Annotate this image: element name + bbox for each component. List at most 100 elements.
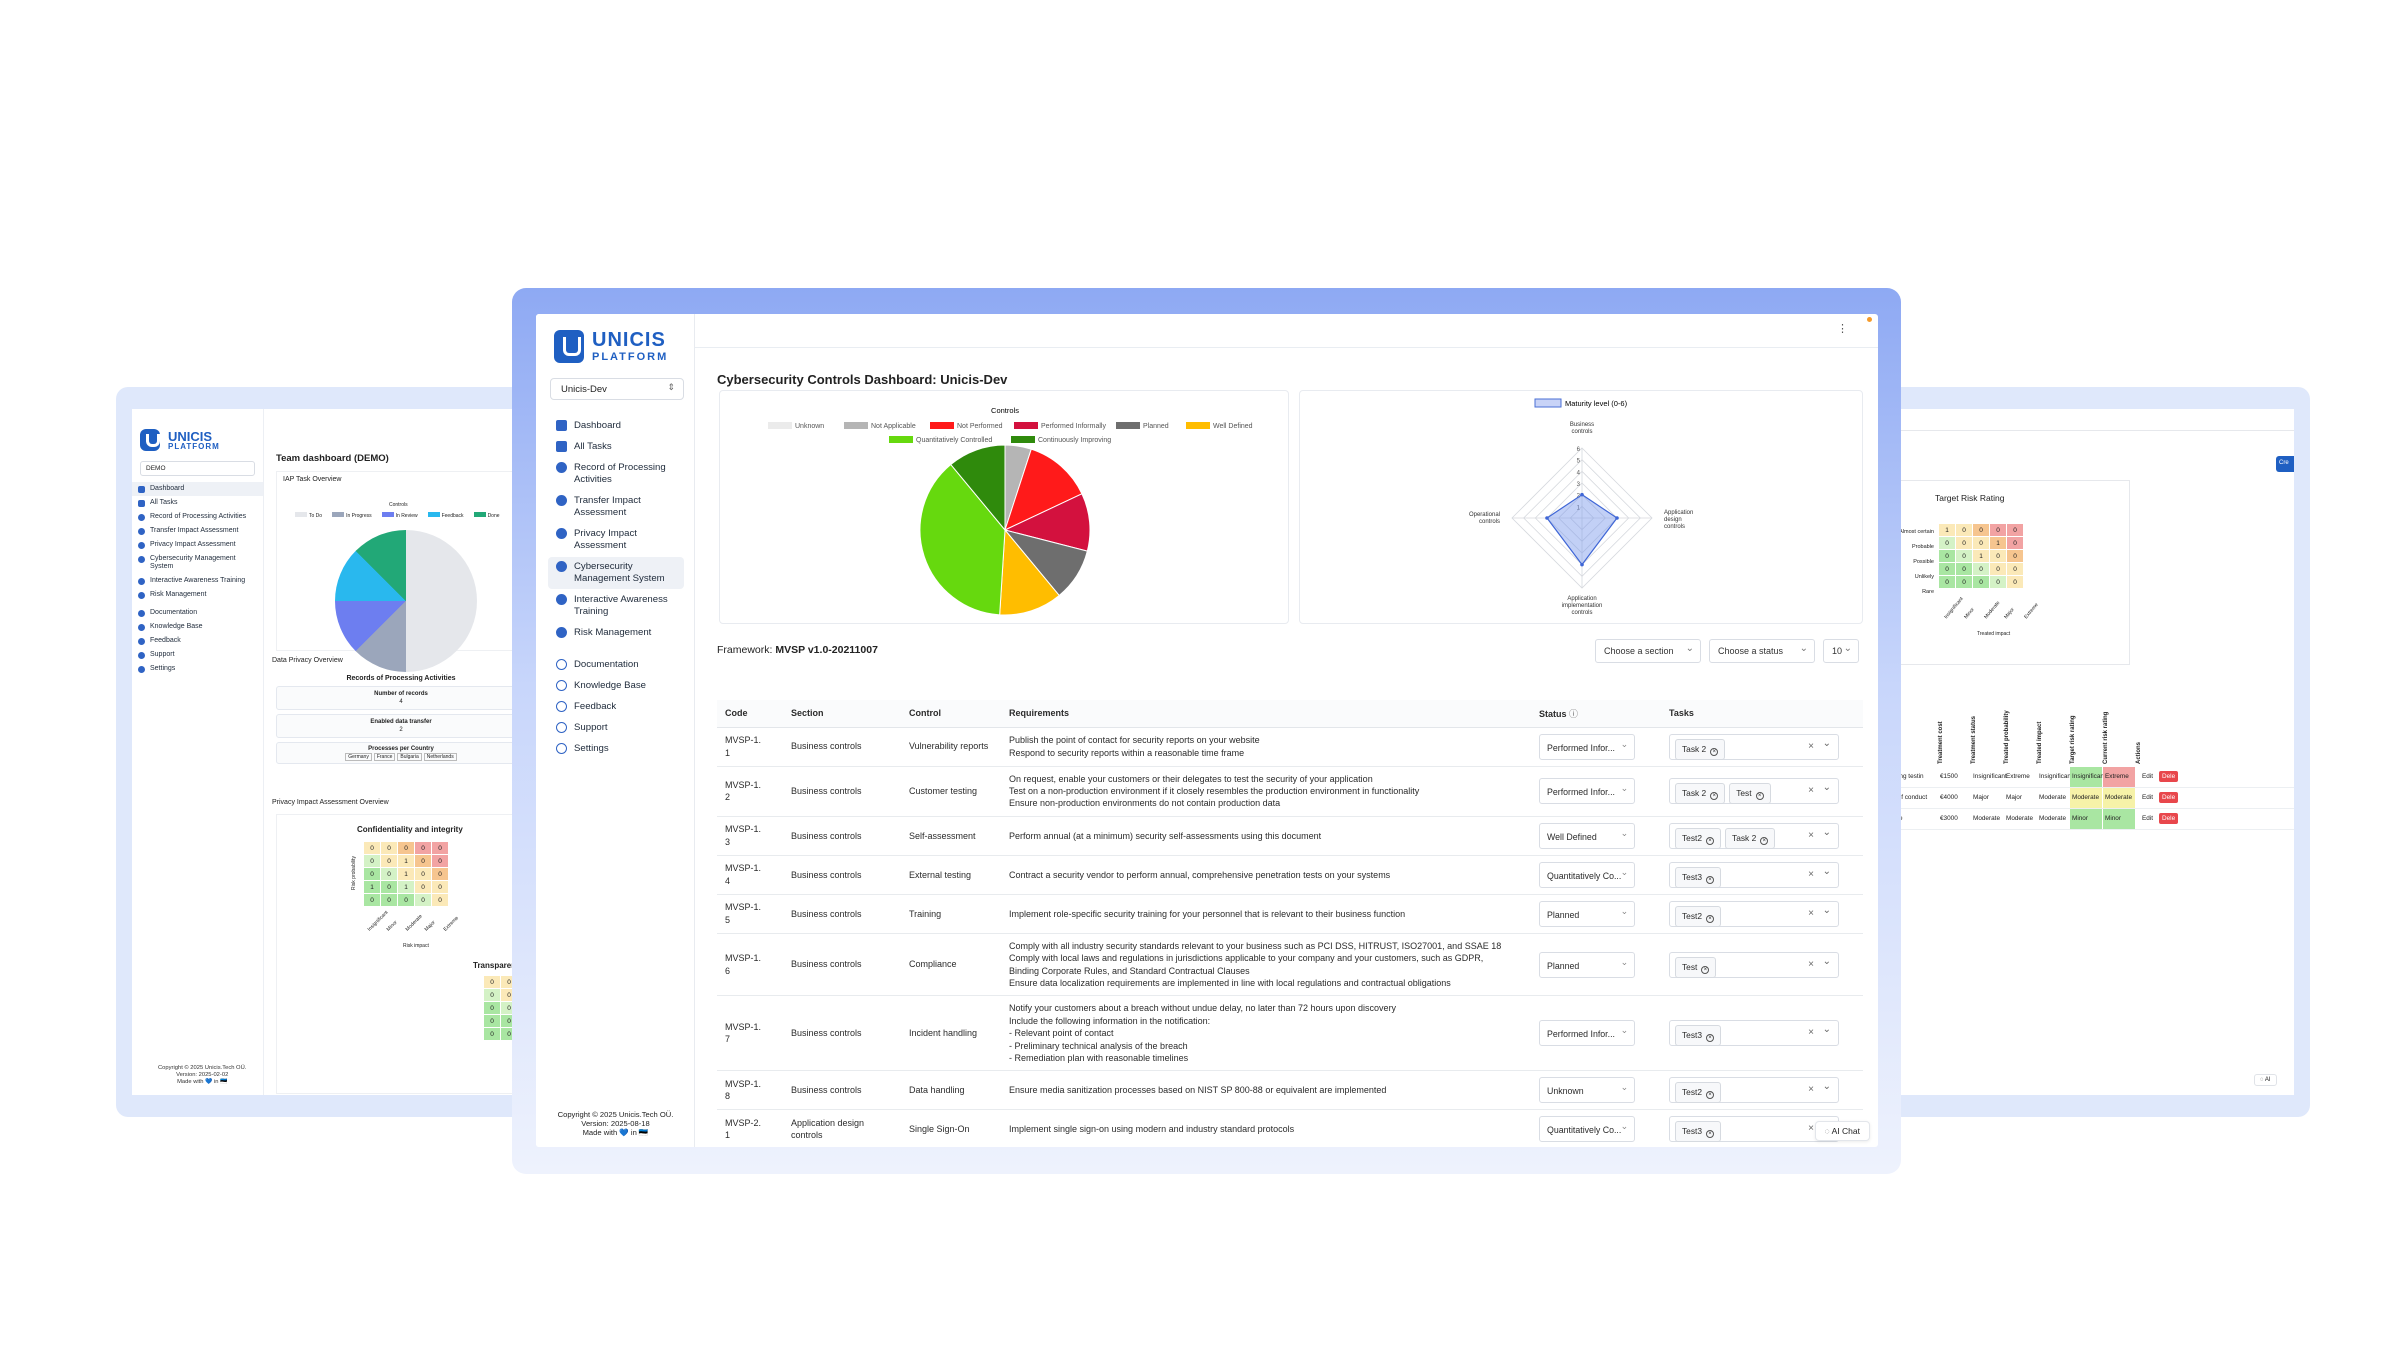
clear-icon[interactable]: × <box>1808 1084 1814 1096</box>
chevron-down-icon[interactable]: ⌄ <box>1823 956 1831 968</box>
edit-button[interactable]: Edit <box>2142 794 2153 801</box>
delete-button[interactable]: Dele <box>2159 813 2179 824</box>
unicis-logo[interactable]: UNICIS PLATFORM <box>554 328 694 364</box>
table-row[interactable]: MVSP-1.6 Business controls Compliance Compl… <box>717 933 1863 997</box>
chevron-down-icon[interactable]: ⌄ <box>1823 782 1831 794</box>
status-select[interactable]: Planned <box>1539 900 1635 927</box>
sidebar-item-dashboard[interactable]: Dashboard <box>548 416 684 436</box>
sidebar-item-record-of-processing-activities[interactable]: Record of Processing Activities <box>548 458 684 490</box>
clear-icon[interactable]: × <box>1808 908 1814 920</box>
sidebar-item-settings[interactable]: Settings <box>548 739 684 759</box>
status-select[interactable]: Quantitatively Co... <box>1539 861 1635 888</box>
task-chip[interactable]: Test3 × <box>1675 1121 1722 1143</box>
radar-point[interactable] <box>1580 492 1584 497</box>
clear-icon[interactable]: × <box>1808 741 1814 753</box>
task-chip[interactable]: Test3 × <box>1675 866 1722 888</box>
bg-sidebar-item-cybersecurity-management-system[interactable]: Cybersecurity Management System <box>132 552 263 574</box>
tasks-multiselect[interactable]: Test3××⌄ <box>1669 1020 1839 1047</box>
page-size-select[interactable]: 10 <box>1823 639 1859 663</box>
task-chip[interactable]: Test × <box>1675 956 1717 978</box>
remove-task-icon[interactable]: × <box>1706 836 1715 845</box>
clear-icon[interactable]: × <box>1808 959 1814 971</box>
bg-sidebar-item-all-tasks[interactable]: All Tasks <box>132 496 263 510</box>
chevron-down-icon[interactable]: ⌄ <box>1823 866 1831 878</box>
sidebar-item-privacy-impact-assessment[interactable]: Privacy Impact Assessment <box>548 524 684 556</box>
bg-sidebar-item-settings[interactable]: Settings <box>132 662 263 676</box>
remove-task-icon[interactable]: × <box>1701 965 1710 974</box>
bg-sidebar-item-interactive-awareness-training[interactable]: Interactive Awareness Training <box>132 574 263 588</box>
task-chip[interactable]: Task 2 × <box>1675 783 1726 805</box>
status-select[interactable]: Performed Infor... <box>1539 778 1635 805</box>
task-chip[interactable]: Test3 × <box>1675 1025 1722 1047</box>
bg-sidebar-item-documentation[interactable]: Documentation <box>132 606 263 620</box>
remove-task-icon[interactable]: × <box>1706 875 1715 884</box>
clear-icon[interactable]: × <box>1808 1027 1814 1039</box>
ai-chat-button-bg[interactable]: ◌ AI <box>2254 1074 2277 1086</box>
task-chip[interactable]: Task 2 × <box>1675 738 1726 760</box>
sidebar-item-cybersecurity-management-system[interactable]: Cybersecurity Management System <box>548 557 684 589</box>
tasks-multiselect[interactable]: Test3××⌄ <box>1669 1116 1839 1143</box>
status-select[interactable]: Quantitatively Co... <box>1539 1116 1635 1143</box>
sidebar-item-documentation[interactable]: Documentation <box>548 655 684 675</box>
create-button[interactable]: Cre <box>2276 456 2294 472</box>
ai-chat-button[interactable]: ◌ AI Chat <box>1814 1121 1870 1141</box>
task-chip[interactable]: Test2 × <box>1675 905 1722 927</box>
sidebar-item-risk-management[interactable]: Risk Management <box>548 623 684 643</box>
tasks-multiselect[interactable]: Test2 × × ⌄ <box>1669 1077 1839 1104</box>
table-row[interactable]: MVSP-1.8 Business controls Data handling En… <box>717 1070 1863 1111</box>
bg-sidebar-item-privacy-impact-assessment[interactable]: Privacy Impact Assessment <box>132 538 263 552</box>
bg-sidebar-item-feedback[interactable]: Feedback <box>132 634 263 648</box>
status-select[interactable]: Planned <box>1539 951 1635 978</box>
status-select[interactable]: Performed Infor... <box>1539 733 1635 760</box>
task-chip[interactable]: Test × <box>1729 783 1771 805</box>
clear-icon[interactable]: × <box>1808 1123 1814 1135</box>
table-row[interactable]: MVSP-2.1 Application design controls Singl… <box>717 1109 1863 1147</box>
bg-sidebar-item-transfer-impact-assessment[interactable]: Transfer Impact Assessment <box>132 524 263 538</box>
status-select[interactable]: Performed Infor... <box>1539 1020 1635 1047</box>
remove-task-icon[interactable]: × <box>1760 836 1769 845</box>
table-row[interactable]: MVSP-1.5 Business controls Training Impleme… <box>717 894 1863 934</box>
remove-task-icon[interactable]: × <box>1706 914 1715 923</box>
remove-task-icon[interactable]: × <box>1706 1130 1715 1139</box>
table-row[interactable]: MVSP-1.7 Business controls Incident handli… <box>717 995 1863 1072</box>
delete-button[interactable]: Dele <box>2159 792 2179 803</box>
status-filter-select[interactable]: Choose a status <box>1709 639 1815 663</box>
bg-sidebar-item-support[interactable]: Support <box>132 648 263 662</box>
section-filter-select[interactable]: Choose a section <box>1595 639 1701 663</box>
sidebar-item-knowledge-base[interactable]: Knowledge Base <box>548 676 684 696</box>
remove-task-icon[interactable]: × <box>1710 792 1719 801</box>
remove-task-icon[interactable]: × <box>1755 792 1764 801</box>
edit-button[interactable]: Edit <box>2142 815 2153 822</box>
tasks-multiselect[interactable]: Test2 × × ⌄ <box>1669 900 1839 927</box>
bg-sidebar-item-risk-management[interactable]: Risk Management <box>132 588 263 602</box>
sidebar-item-support[interactable]: Support <box>548 718 684 738</box>
tasks-multiselect[interactable]: Test3××⌄ <box>1669 861 1839 888</box>
info-icon[interactable]: ⓘ <box>1569 709 1578 719</box>
clear-icon[interactable]: × <box>1808 785 1814 797</box>
sidebar-item-all-tasks[interactable]: All Tasks <box>548 437 684 457</box>
chevron-down-icon[interactable]: ⌄ <box>1823 1024 1831 1036</box>
clear-icon[interactable]: × <box>1808 830 1814 842</box>
tasks-multiselect[interactable]: Task 2 × Test × × ⌄ <box>1669 778 1839 805</box>
clear-icon[interactable]: × <box>1808 869 1814 881</box>
table-row[interactable]: MVSP-1.2 Business controls Customer testin… <box>717 766 1863 817</box>
tasks-multiselect[interactable]: Test × × ⌄ <box>1669 951 1839 978</box>
status-select[interactable]: Well Defined <box>1539 822 1635 849</box>
chevron-down-icon[interactable]: ⌄ <box>1823 738 1831 750</box>
bg-sidebar-item-record-of-processing-activities[interactable]: Record of Processing Activities <box>132 510 263 524</box>
status-select[interactable]: Unknown <box>1539 1077 1635 1104</box>
radar-point[interactable] <box>1580 562 1584 567</box>
remove-task-icon[interactable]: × <box>1710 747 1719 756</box>
table-row[interactable]: MVSP-1.1 Business controls Vulnerability r… <box>717 727 1863 767</box>
table-row[interactable]: MVSP-1.3 Business controls Self-assessment… <box>717 816 1863 856</box>
task-chip[interactable]: Task 2 × <box>1725 827 1776 849</box>
sidebar-item-transfer-impact-assessment[interactable]: Transfer Impact Assessment <box>548 491 684 523</box>
org-select[interactable]: DEMO <box>140 461 255 476</box>
remove-task-icon[interactable]: × <box>1706 1034 1715 1043</box>
chevron-down-icon[interactable]: ⌄ <box>1823 905 1831 917</box>
edit-button[interactable]: Edit <box>2142 773 2153 780</box>
task-chip[interactable]: Test2 × <box>1675 827 1722 849</box>
table-row[interactable]: MVSP-1.4 Business controls External testin… <box>717 855 1863 895</box>
radar-point[interactable] <box>1615 516 1619 520</box>
sidebar-item-feedback[interactable]: Feedback <box>548 697 684 717</box>
